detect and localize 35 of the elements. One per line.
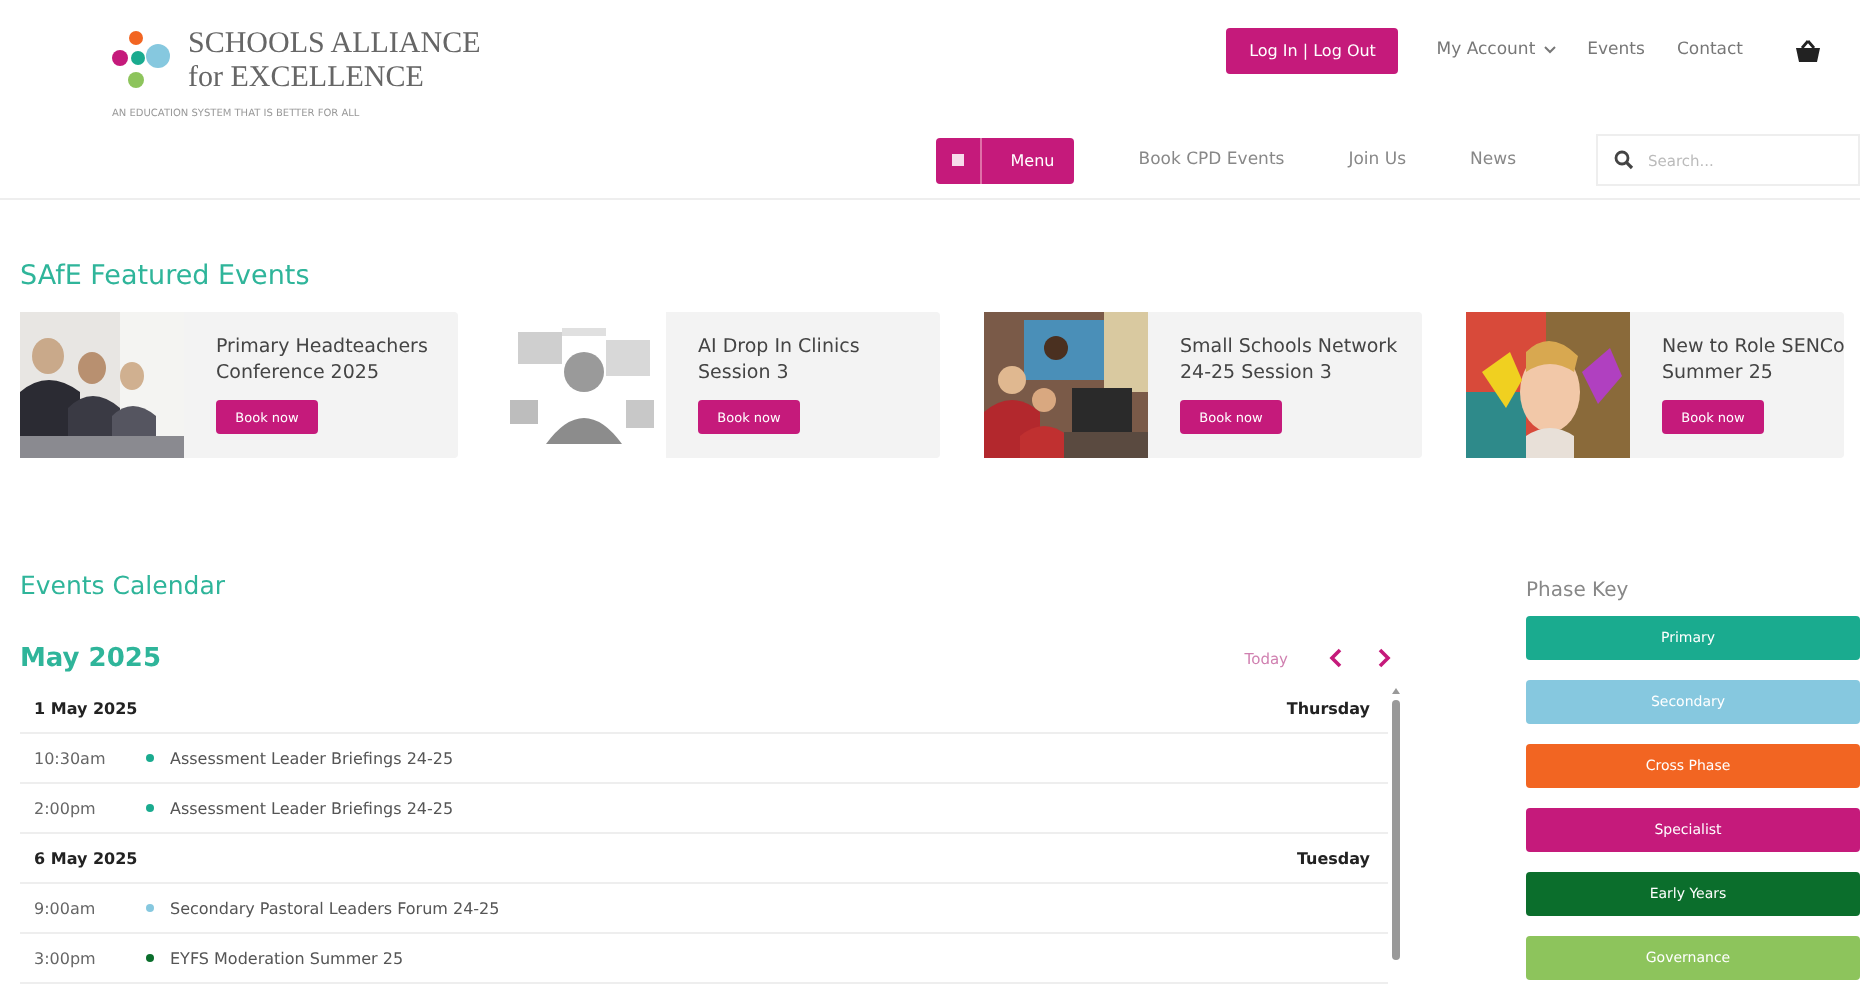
nav-link[interactable]: News [1470,150,1516,170]
month-title: May 2025 [20,643,161,673]
event-link[interactable]: Assessment Leader Briefings 24-25 [170,749,454,767]
phase-key-title: Phase Key [1526,580,1631,606]
weekday-label: Tuesday [1296,849,1371,867]
event-time: 3:00pm [34,949,98,967]
nav-link[interactable]: Book CPD Events [1138,150,1285,170]
event-time: 2:00pm [34,799,98,817]
date-label: 6 May 2025 [34,849,138,867]
login-button[interactable]: Log In | Log Out [1226,27,1399,73]
weekday-label: Thursday [1286,699,1371,717]
section-title: SAfE Featured Events [20,260,312,296]
date-label: 1 May 2025 [34,699,138,717]
event-title: Primary Headteachers Conference 2025 [216,334,430,386]
previous-icon[interactable] [1328,648,1344,668]
event-title: New to Role SENCo Summer 25 [1662,334,1847,386]
event-link[interactable]: Secondary Pastoral Leaders Forum 24-25 [170,899,500,917]
nav-link[interactable]: Events [1587,40,1645,60]
search-icon [1614,150,1634,170]
event-title: Small Schools Network 24-25 Session 3 [1180,334,1400,386]
event-time: 9:00am [34,899,98,917]
event-time: 10:30am [34,749,108,767]
basket-icon[interactable] [1795,39,1820,61]
nav-link[interactable]: Contact [1676,40,1744,60]
menu-button[interactable]: Menu [936,137,1075,183]
scrollbar-thumb[interactable] [1391,700,1399,960]
next-icon[interactable] [1376,648,1392,668]
nav-link[interactable]: My Account [1436,40,1536,60]
event-link[interactable]: EYFS Moderation Summer 25 [170,949,404,967]
event-link[interactable]: Assessment Leader Briefings 24-25 [170,799,454,817]
nav-link[interactable]: Join Us [1348,150,1407,170]
logo-text: SCHOOLS ALLIANCE [188,28,481,62]
logo-text: for EXCELLENCE [188,62,426,96]
section-title: Events Calendar [20,570,228,604]
event-title: AI Drop In Clinics Session 3 [698,334,862,386]
